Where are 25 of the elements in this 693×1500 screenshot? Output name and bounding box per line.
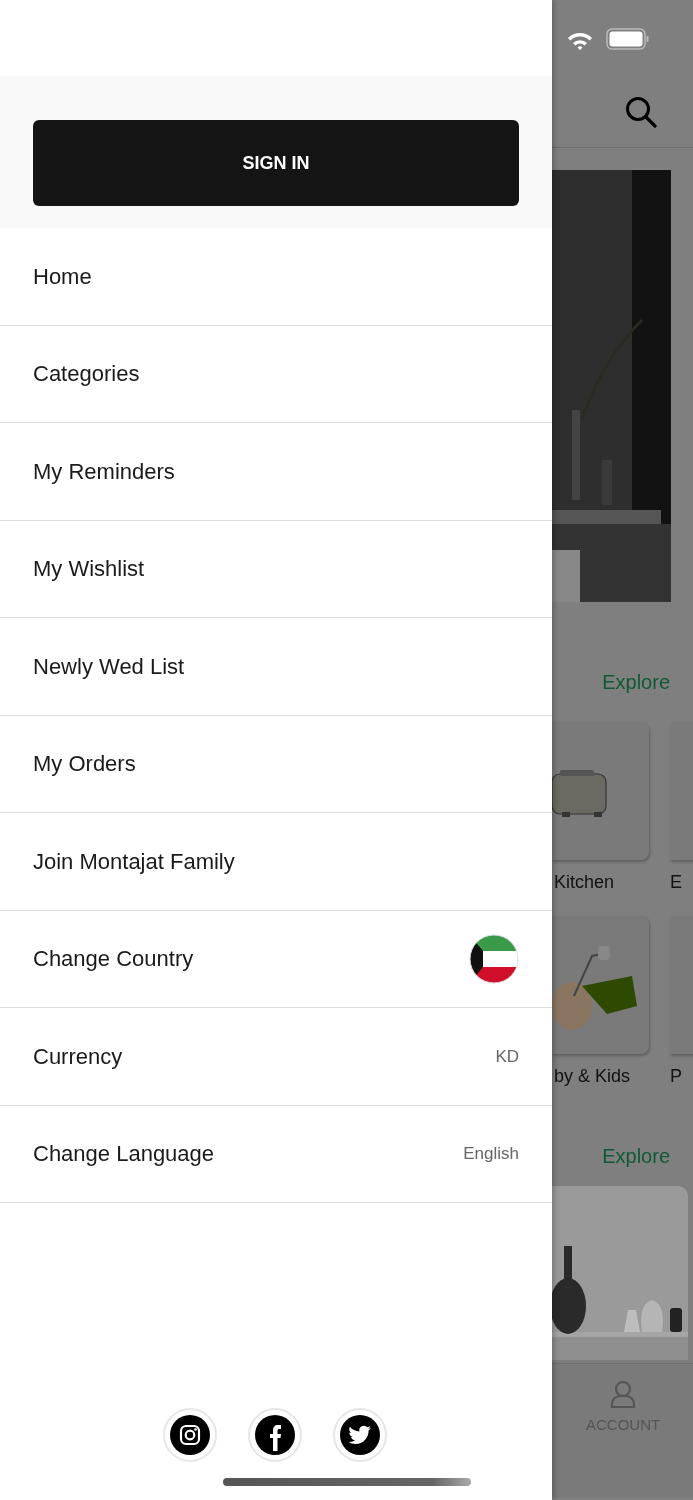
- menu-label: Home: [33, 262, 92, 291]
- sign-in-button[interactable]: SIGN IN: [33, 120, 519, 206]
- menu-label: My Reminders: [33, 457, 175, 486]
- menu-label: Change Language: [33, 1140, 215, 1169]
- menu-label: My Wishlist: [33, 555, 145, 584]
- person-icon: [610, 1380, 637, 1408]
- category-label: Kitchen: [553, 871, 616, 894]
- toaster-drawing: [552, 768, 608, 818]
- category-tile[interactable]: [552, 722, 649, 860]
- menu-label: Change Country: [33, 945, 194, 974]
- category-label: E: [670, 871, 683, 894]
- menu-label: Currency: [33, 1042, 123, 1071]
- menu-label: Categories: [33, 360, 140, 389]
- menu-label: Newly Wed List: [33, 652, 185, 681]
- menu-value: KD: [495, 1045, 519, 1068]
- category-tile[interactable]: [552, 916, 649, 1054]
- battery-icon: [606, 28, 649, 50]
- menu-label: Join Montajat Family: [33, 847, 235, 876]
- search-icon[interactable]: [625, 95, 657, 128]
- menu-label: My Orders: [33, 750, 136, 779]
- menu-value: English: [463, 1143, 519, 1165]
- category-label: by & Kids: [553, 1065, 632, 1088]
- menu-item[interactable]: Change Country: [0, 910, 552, 1008]
- flag-icon: [469, 933, 519, 984]
- category-label: P: [670, 1065, 683, 1088]
